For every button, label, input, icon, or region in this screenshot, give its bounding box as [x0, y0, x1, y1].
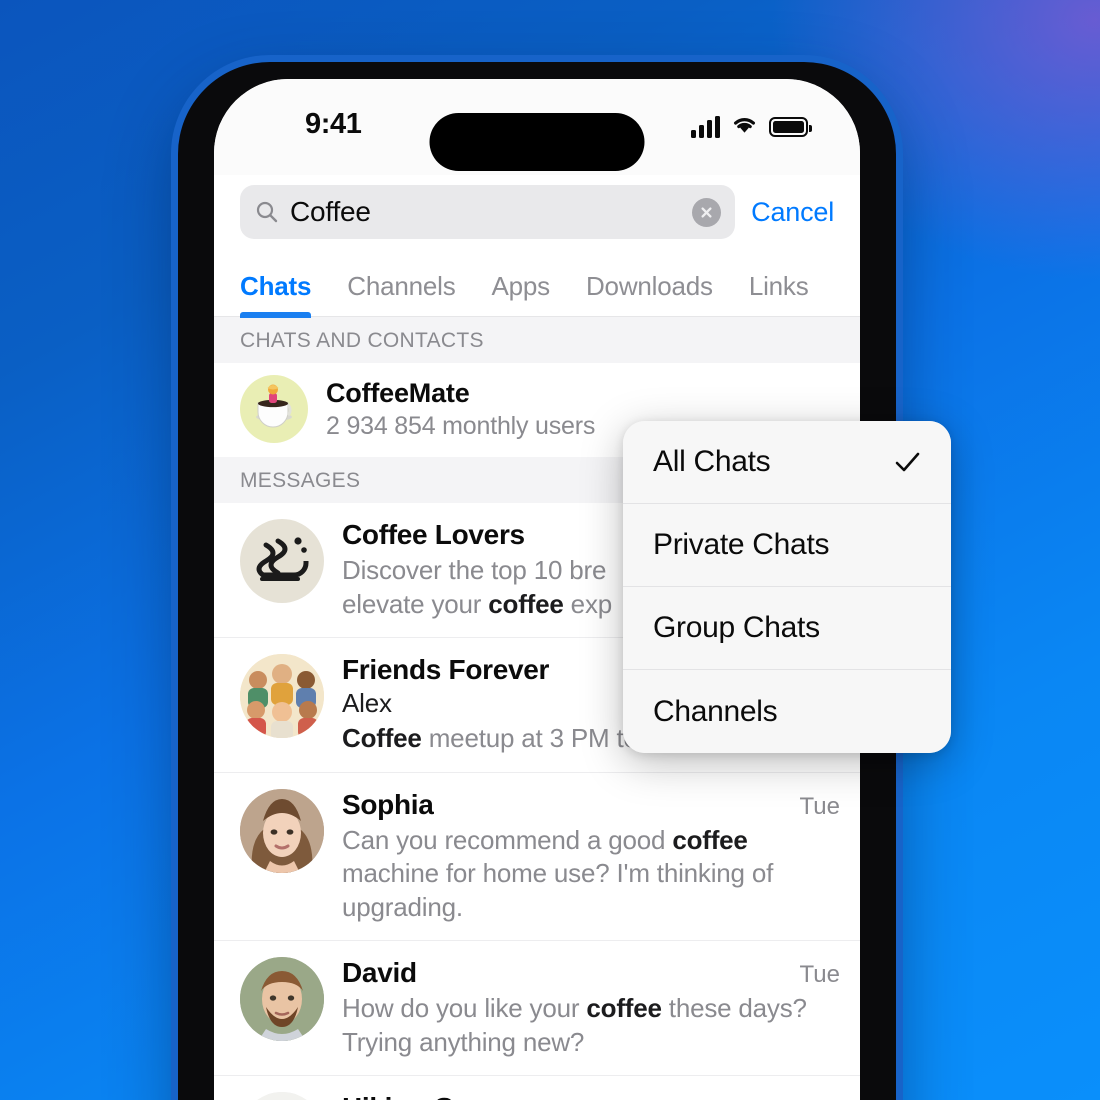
message-name: Coffee Lovers — [342, 519, 525, 550]
message-preview: How do you like your coffee these days? … — [342, 993, 807, 1057]
message-row-hiking-group[interactable]: Hiking Group — [214, 1076, 860, 1100]
menu-item-group-chats[interactable]: Group Chats — [623, 587, 951, 670]
woman-portrait-avatar — [240, 788, 324, 873]
tab-channels[interactable]: Channels — [347, 271, 455, 316]
contact-texts: CoffeeMate 2 934 854 monthly users — [326, 378, 595, 441]
search-bar: Coffee Cancel — [214, 175, 860, 249]
contact-subtitle: 2 934 854 monthly users — [326, 411, 596, 440]
wifi-icon — [731, 114, 758, 140]
cellular-signal-icon — [691, 116, 720, 138]
message-name: David — [342, 957, 417, 989]
man-portrait-avatar — [240, 957, 324, 1042]
chat-filter-dropdown-menu[interactable]: All Chats Private Chats Group Chats Chan… — [623, 421, 951, 753]
menu-item-all-chats[interactable]: All Chats — [623, 421, 951, 504]
message-name: Sophia — [342, 788, 434, 820]
status-bar-time: 9:41 — [305, 108, 362, 140]
battery-icon — [769, 117, 812, 137]
tab-downloads[interactable]: Downloads — [586, 271, 713, 316]
menu-item-channels[interactable]: Channels — [623, 670, 951, 753]
message-head: Sophia Tue — [342, 789, 840, 821]
search-result-tabs: Chats Channels Apps Downloads Links — [214, 249, 860, 318]
message-row-david[interactable]: David Tue How do you like your coffee th… — [214, 941, 860, 1077]
coffee-cup-avatar — [240, 375, 308, 443]
tab-chats[interactable]: Chats — [240, 271, 312, 318]
message-body: Sophia Tue Can you recommend a good coff… — [342, 789, 840, 925]
menu-item-label: Channels — [653, 694, 778, 728]
checkmark-icon — [893, 448, 921, 476]
dynamic-island — [429, 113, 645, 171]
menu-item-label: Private Chats — [653, 528, 830, 561]
message-body: Hiking Group — [342, 1092, 840, 1100]
menu-item-label: All Chats — [653, 445, 771, 478]
message-head: Hiking Group — [342, 1092, 840, 1100]
message-head: David Tue — [342, 957, 840, 989]
message-time: Tue — [799, 961, 840, 989]
message-time: Tue — [799, 792, 840, 820]
wallpaper-background: 9:41 Coffee Cancel Chats Channels Apps D… — [0, 0, 1100, 1100]
search-input-value: Coffee — [290, 196, 371, 227]
tab-links[interactable]: Links — [749, 271, 809, 316]
message-name: Hiking Group — [342, 1092, 516, 1100]
cancel-button[interactable]: Cancel — [751, 197, 838, 228]
friends-group-avatar — [240, 654, 324, 739]
status-bar: 9:41 — [214, 79, 860, 175]
tab-apps[interactable]: Apps — [492, 271, 551, 316]
menu-item-label: Group Chats — [653, 611, 820, 644]
message-row-sophia[interactable]: Sophia Tue Can you recommend a good coff… — [214, 772, 860, 942]
search-icon — [256, 201, 278, 223]
message-body: David Tue How do you like your coffee th… — [342, 957, 840, 1059]
message-name: Friends Forever — [342, 654, 550, 686]
coffee-swirl-avatar — [240, 519, 324, 603]
section-header-contacts: CHATS AND CONTACTS — [214, 317, 860, 363]
menu-item-private-chats[interactable]: Private Chats — [623, 504, 951, 587]
hiking-logo-avatar — [240, 1092, 324, 1100]
status-bar-indicators — [691, 114, 812, 140]
clear-circle-icon[interactable] — [692, 197, 722, 227]
message-preview: Can you recommend a good coffee machine … — [342, 824, 774, 922]
search-input[interactable]: Coffee — [240, 185, 736, 239]
contact-name: CoffeeMate — [326, 377, 470, 408]
